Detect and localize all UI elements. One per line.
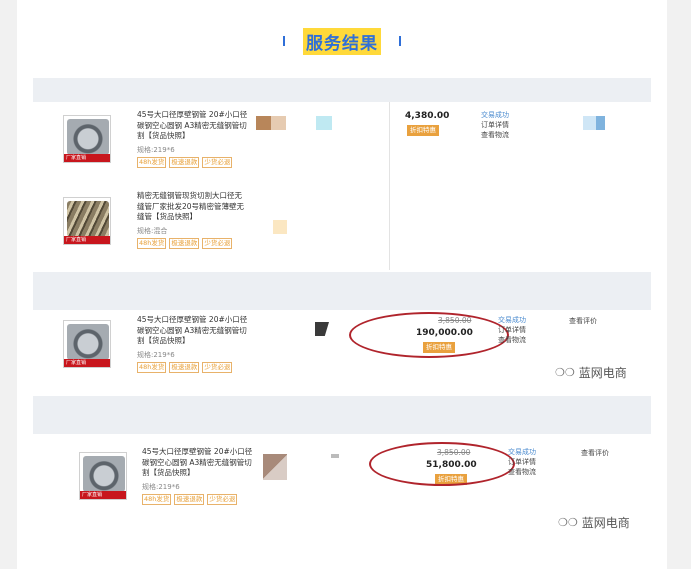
tag-48h: 48h发货 [142,494,172,505]
order-status-links: 交易成功 订单详情 查看物流 [481,110,509,140]
tag-refund: 极速退款 [169,238,200,249]
product-spec: 规格:219*6 [142,483,180,491]
order-panel-3: 厂家直销 45号大口径厚壁钢管 20#小口径碳钢空心圆钢 A3精密无缝钢管切割【… [33,434,651,542]
service-tags: 48h发货 极速退款 少货必退 [142,494,238,505]
blurred-thumb [315,322,329,336]
wechat-icon: ❍❍ [555,366,575,379]
status-trade-success: 交易成功 [498,316,526,324]
status-trade-success: 交易成功 [508,448,536,456]
highlight-circle [369,442,515,486]
tag-shortage: 少货必退 [202,362,233,373]
highlight-circle [349,312,509,358]
product-thumbnail[interactable]: 厂家直销 [63,115,111,163]
product-title-link[interactable]: 45号大口径厚壁钢管 20#小口径碳钢空心圆钢 A3精密无缝钢管切割【货品快照】 [137,110,249,142]
blurred-thumb [583,116,605,130]
view-logistics-link[interactable]: 查看物流 [498,335,526,345]
watermark-text: 蓝网电商 [578,366,627,380]
order-status-links: 交易成功 订单详情 查看物流 [498,315,526,345]
view-review-link[interactable]: 查看评价 [581,448,609,458]
tag-shortage: 少货必退 [207,494,238,505]
tag-48h: 48h发货 [137,362,167,373]
tag-refund: 极速退款 [169,157,200,168]
blurred-thumb [331,454,339,458]
product-title-link[interactable]: 45号大口径厚壁钢管 20#小口径碳钢空心圆钢 A3精密无缝钢管切割【货品快照】 [137,315,249,347]
order-status-links: 交易成功 订单详情 查看物流 [508,447,536,477]
product-thumbnail[interactable]: 厂家直销 [63,320,111,368]
discount-badge: 折扣特惠 [407,125,439,136]
tag-refund: 极速退款 [169,362,200,373]
service-tags: 48h发货 极速退款 少货必退 [137,157,233,168]
status-trade-success: 交易成功 [481,111,509,119]
product-thumbnail[interactable]: 厂家直销 [63,197,111,245]
blurred-thumb [273,220,287,234]
order-price: 4,380.00 [405,111,450,121]
order-details-link[interactable]: 订单详情 [481,120,509,130]
service-tags: 48h发货 极速退款 少货必退 [137,238,233,249]
blurred-thumb [256,116,286,130]
watermark: ❍❍ 蓝网电商 [555,364,627,381]
section-header: 服务结果 [17,27,667,55]
tag-48h: 48h发货 [137,238,167,249]
header-bar-left [283,36,285,46]
watermark-text: 蓝网电商 [581,516,630,530]
order-details-link[interactable]: 订单详情 [498,325,526,335]
section-title: 服务结果 [303,27,381,55]
article-page: 服务结果 厂家直销 45号大口径厚壁钢管 20#小口径碳钢空心圆钢 A3精密无缝… [17,0,667,569]
order-panel-2: 厂家直销 45号大口径厚壁钢管 20#小口径碳钢空心圆钢 A3精密无缝钢管切割【… [33,310,651,392]
header-bar-right [399,36,401,46]
panel-2-header-band [33,272,651,310]
view-logistics-link[interactable]: 查看物流 [481,130,509,140]
watermark: ❍❍ 蓝网电商 [558,514,630,531]
service-tags: 48h发货 极速退款 少货必退 [137,362,233,373]
wechat-icon: ❍❍ [558,516,578,529]
tag-shortage: 少货必退 [202,238,233,249]
blurred-thumb [316,116,332,130]
order-panel-1: 厂家直销 45号大口径厚壁钢管 20#小口径碳钢空心圆钢 A3精密无缝钢管切割【… [33,102,651,270]
product-title-link[interactable]: 精密无缝钢管现货切割大口径无缝管厂家批发20号精密管薄壁无缝管【货品快照】 [137,191,249,223]
product-thumbnail[interactable]: 厂家直销 [79,452,127,500]
tag-48h: 48h发货 [137,157,167,168]
blurred-thumb [263,454,287,480]
view-logistics-link[interactable]: 查看物流 [508,467,536,477]
tag-refund: 极速退款 [174,494,205,505]
order-details-link[interactable]: 订单详情 [508,457,536,467]
tag-shortage: 少货必退 [202,157,233,168]
product-spec: 规格:219*6 [137,146,175,154]
view-review-link[interactable]: 查看评价 [569,316,597,326]
product-spec: 规格:219*6 [137,351,175,359]
column-divider [389,102,390,270]
product-spec: 规格:混合 [137,227,168,235]
product-title-link[interactable]: 45号大口径厚壁钢管 20#小口径碳钢空心圆钢 A3精密无缝钢管切割【货品快照】 [142,447,254,479]
panel-3-header-band [33,396,651,434]
panel-1-header-band [33,78,651,102]
